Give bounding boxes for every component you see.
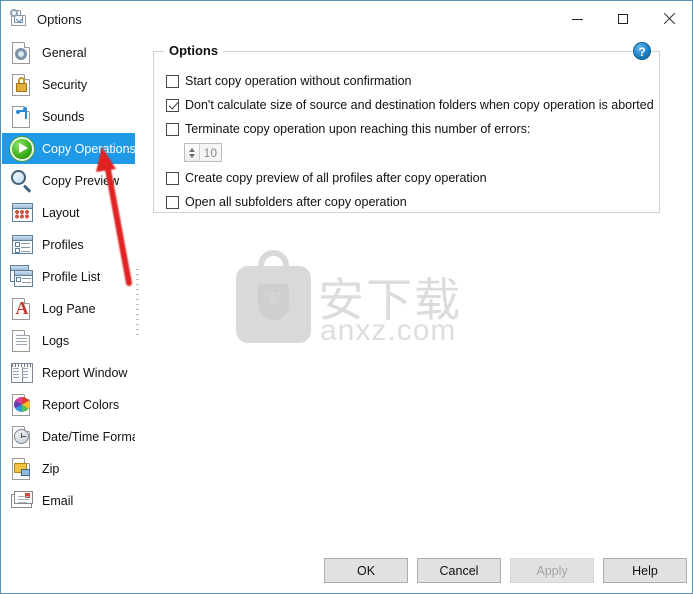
- sidebar-item-label: Copy Preview: [42, 173, 120, 188]
- sidebar-item-profiles[interactable]: Profiles: [2, 229, 135, 260]
- profile-list-icon: [9, 264, 35, 290]
- sidebar-item-security[interactable]: Security: [2, 69, 135, 100]
- sidebar-item-general[interactable]: General: [2, 37, 135, 68]
- checkbox-open-all-subfolders[interactable]: Open all subfolders after copy operation: [166, 193, 407, 211]
- sidebar-item-logs[interactable]: Logs: [2, 325, 135, 356]
- splitter-grip-icon: [136, 269, 139, 339]
- watermark-shield-icon: 安: [258, 284, 289, 320]
- minimize-icon: [571, 18, 583, 20]
- sidebar-item-label: Zip: [42, 461, 60, 476]
- letter-a-icon: A: [9, 296, 35, 322]
- envelope-icon: [9, 488, 35, 514]
- sidebar-item-report-colors[interactable]: Report Colors: [2, 389, 135, 420]
- watermark-bag-handle-icon: [258, 250, 289, 276]
- watermark-url-text: anxz.com: [320, 314, 457, 347]
- checkbox-box[interactable]: [166, 171, 179, 185]
- spinner-buttons[interactable]: [185, 144, 200, 161]
- options-dialog-window: Options General Security Sounds Copy Ope…: [0, 0, 693, 594]
- sidebar-item-copy-preview[interactable]: Copy Preview: [2, 165, 135, 196]
- ok-button[interactable]: OK: [324, 558, 408, 583]
- options-content-panel: Options ? Start copy operation without c…: [141, 37, 691, 549]
- window-title: Options: [37, 11, 82, 27]
- spinner-up-icon[interactable]: [189, 147, 195, 152]
- title-bar: Options: [1, 1, 692, 37]
- checkbox-dont-calculate-size[interactable]: Don't calculate size of source and desti…: [166, 96, 654, 114]
- profiles-icon: [9, 232, 35, 258]
- checkbox-start-copy-without-confirmation[interactable]: Start copy operation without confirmatio…: [166, 72, 412, 90]
- layout-window-icon: [9, 200, 35, 226]
- sidebar-item-label: Copy Operations: [42, 141, 135, 156]
- cancel-button[interactable]: Cancel: [417, 558, 501, 583]
- color-wheel-icon: [9, 392, 35, 418]
- sidebar-item-label: Report Window: [42, 365, 128, 380]
- checkbox-label: Open all subfolders after copy operation: [185, 195, 407, 209]
- sidebar-item-sounds[interactable]: Sounds: [2, 101, 135, 132]
- options-category-sidebar[interactable]: General Security Sounds Copy Operations: [2, 37, 135, 551]
- checkbox-terminate-on-errors[interactable]: Terminate copy operation upon reaching t…: [166, 120, 530, 138]
- report-window-icon: [9, 360, 35, 386]
- help-question-icon[interactable]: ?: [633, 42, 651, 60]
- sidebar-item-label: Email: [42, 493, 74, 508]
- checkbox-box[interactable]: [166, 98, 179, 112]
- text-lines-icon: [9, 328, 35, 354]
- sidebar-item-date-time-format[interactable]: Date/Time Format: [2, 421, 135, 452]
- spinner-down-icon[interactable]: [189, 153, 195, 158]
- spinner-value: 10: [203, 145, 217, 160]
- sidebar-item-zip[interactable]: Zip: [2, 453, 135, 484]
- sidebar-item-label: Report Colors: [42, 397, 120, 412]
- sidebar-item-label: Log Pane: [42, 301, 96, 316]
- checkbox-box[interactable]: [166, 122, 179, 136]
- lock-icon: [9, 72, 35, 98]
- dialog-footer: OK Cancel Apply Help: [2, 549, 691, 592]
- site-watermark: 安 安下载 anxz.com: [236, 250, 460, 362]
- error-count-spinner[interactable]: 10: [184, 143, 222, 162]
- sidebar-item-label: Sounds: [42, 109, 85, 124]
- checkbox-label: Don't calculate size of source and desti…: [185, 98, 654, 112]
- sidebar-item-profile-list[interactable]: Profile List: [2, 261, 135, 292]
- sidebar-item-label: Logs: [42, 333, 70, 348]
- music-note-icon: [9, 104, 35, 130]
- magnifier-icon: [9, 168, 35, 194]
- sidebar-item-label: General: [42, 45, 87, 60]
- sidebar-item-label: Security: [42, 77, 88, 92]
- checkbox-box[interactable]: [166, 74, 179, 88]
- watermark-chinese-text: 安下载: [318, 273, 462, 327]
- general-icon: [9, 40, 35, 66]
- checkbox-create-copy-preview[interactable]: Create copy preview of all profiles afte…: [166, 169, 487, 187]
- close-icon: [663, 13, 675, 25]
- sidebar-item-label: Profiles: [42, 237, 84, 252]
- minimize-button[interactable]: [554, 1, 600, 37]
- close-button[interactable]: [646, 1, 692, 37]
- sidebar-item-label: Profile List: [42, 269, 101, 284]
- help-button[interactable]: Help: [603, 558, 687, 583]
- checkbox-label: Start copy operation without confirmatio…: [185, 74, 412, 88]
- sidebar-item-email[interactable]: Email: [2, 485, 135, 516]
- options-window-icon: [10, 9, 28, 28]
- apply-button: Apply: [510, 558, 594, 583]
- sidebar-item-label: Date/Time Format: [42, 429, 135, 444]
- clock-icon: [9, 424, 35, 450]
- watermark-bag-icon: [236, 266, 311, 343]
- sidebar-item-copy-operations[interactable]: Copy Operations: [2, 133, 135, 164]
- green-play-icon: [9, 136, 35, 162]
- maximize-icon: [618, 14, 628, 24]
- window-controls: [554, 1, 692, 37]
- sidebar-item-log-pane[interactable]: A Log Pane: [2, 293, 135, 324]
- sidebar-item-layout[interactable]: Layout: [2, 197, 135, 228]
- group-box-title: Options: [164, 43, 224, 58]
- sidebar-item-report-window[interactable]: Report Window: [2, 357, 135, 388]
- maximize-button[interactable]: [600, 1, 646, 37]
- sidebar-item-label: Layout: [42, 205, 80, 220]
- checkbox-label: Terminate copy operation upon reaching t…: [185, 122, 531, 136]
- options-group-box: Options ? Start copy operation without c…: [153, 42, 660, 213]
- checkbox-box[interactable]: [166, 195, 179, 209]
- checkbox-label: Create copy preview of all profiles afte…: [185, 171, 487, 185]
- zip-folder-icon: [9, 456, 35, 482]
